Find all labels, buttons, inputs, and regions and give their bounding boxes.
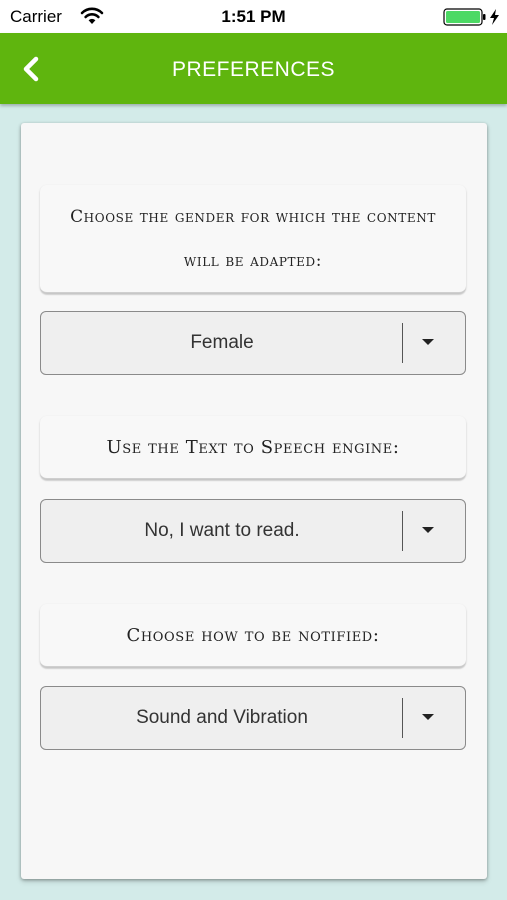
preferences-card: Choose the gender for which the content …	[21, 123, 487, 879]
battery-charging-icon	[443, 8, 499, 26]
tts-question-label: Use the Text to Speech engine:	[40, 416, 466, 479]
gender-dropdown[interactable]: Female	[40, 311, 466, 375]
notification-question-label: Choose how to be notified:	[40, 604, 466, 667]
tts-dropdown[interactable]: No, I want to read.	[40, 499, 466, 563]
app-header: PREFERENCES	[0, 33, 507, 104]
dropdown-divider	[402, 698, 403, 738]
status-bar: Carrier 1:51 PM	[0, 0, 507, 33]
caret-down-icon	[422, 339, 434, 345]
notification-dropdown[interactable]: Sound and Vibration	[40, 686, 466, 750]
caret-down-icon	[422, 527, 434, 533]
dropdown-divider	[402, 323, 403, 363]
notification-selected-value: Sound and Vibration	[136, 707, 308, 728]
status-time: 1:51 PM	[221, 7, 286, 26]
gender-selected-value: Female	[190, 332, 254, 353]
dropdown-divider	[402, 511, 403, 551]
tts-selected-value: No, I want to read.	[144, 520, 300, 541]
caret-down-icon	[422, 714, 434, 720]
page-title: PREFERENCES	[171, 58, 336, 81]
gender-question-label: Choose the gender for which the content …	[40, 185, 466, 293]
